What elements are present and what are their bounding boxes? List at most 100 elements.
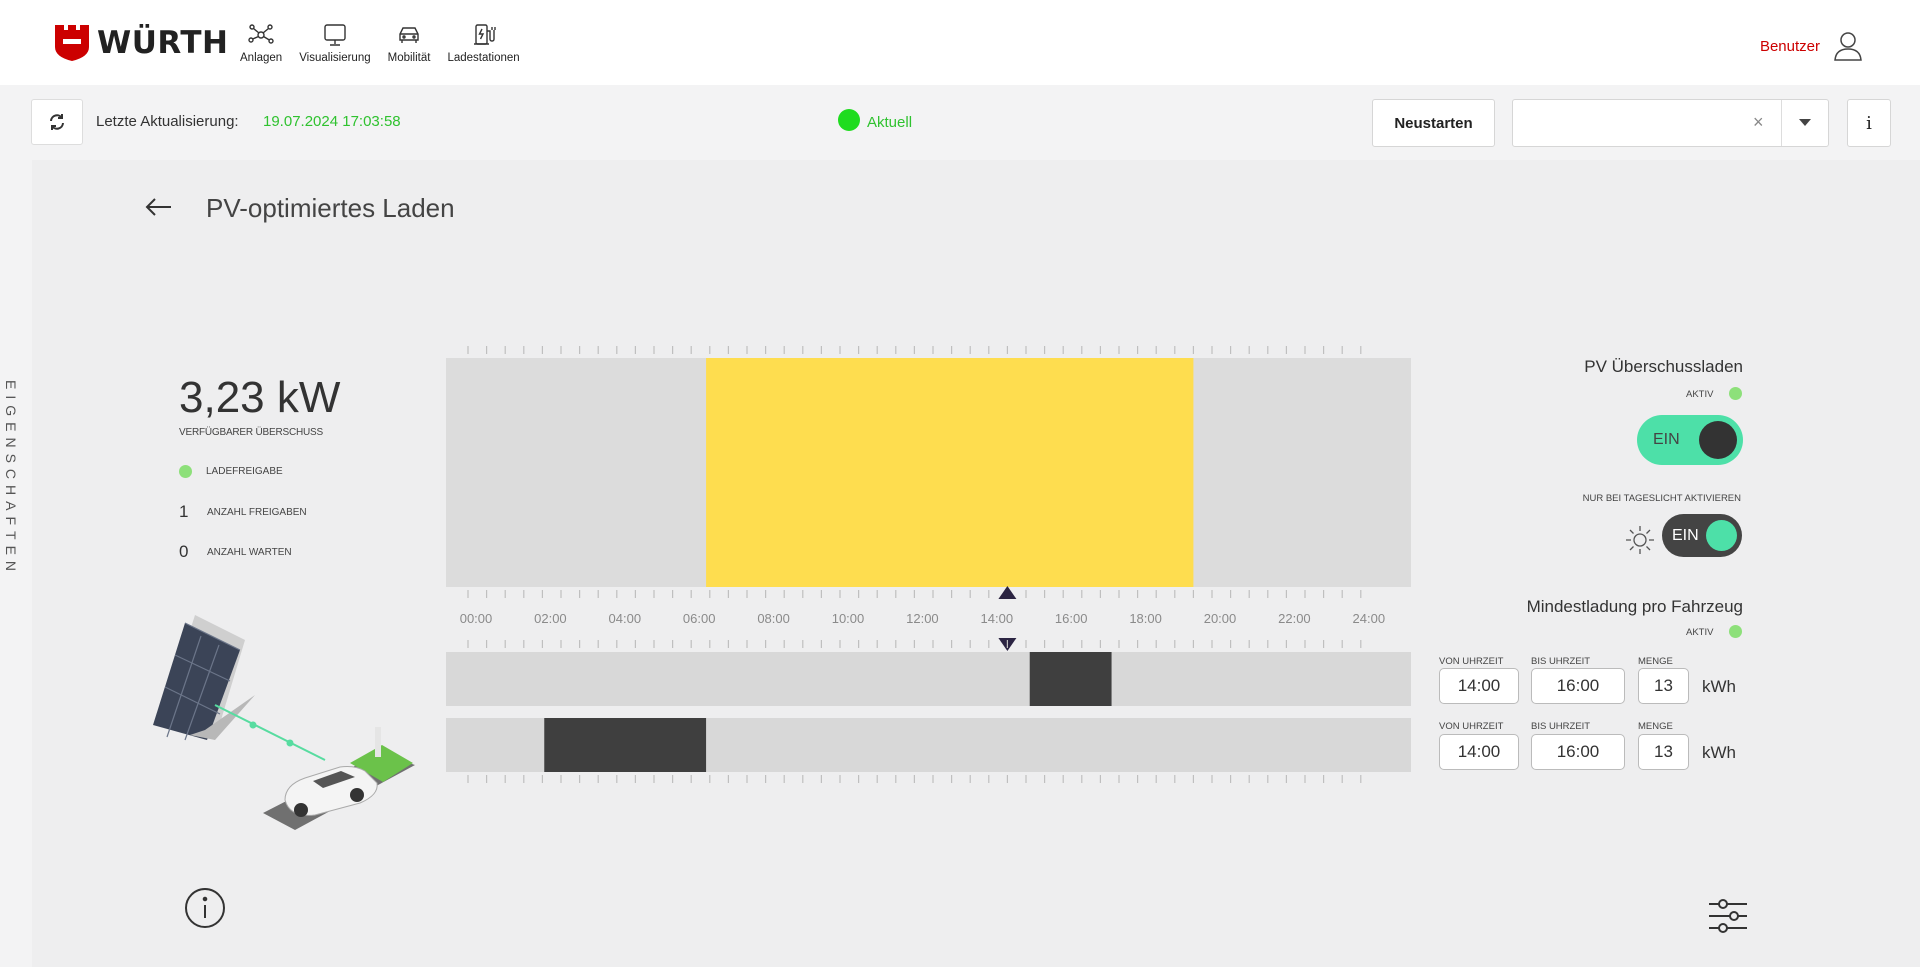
dropdown-toggle[interactable] <box>1782 100 1828 146</box>
menge-label: MENGE <box>1638 721 1673 732</box>
menge-input[interactable]: 13 <box>1638 734 1689 770</box>
vehicle-1-slot[interactable] <box>1029 652 1112 706</box>
hour-tick-label: 08:00 <box>757 611 790 626</box>
info-circle-icon <box>185 888 225 928</box>
toggle-label: EIN <box>1653 431 1680 448</box>
von-label: VON UHRZEIT <box>1439 721 1504 732</box>
releases-count: 1 <box>179 502 189 521</box>
waiting-count: 0 <box>179 542 189 561</box>
min-charge-title: Mindestladung pro Fahrzeug <box>1526 597 1743 616</box>
release-row: LADEFREIGABE <box>179 465 283 478</box>
properties-side-tab[interactable]: EIGENSCHAFTEN <box>0 380 30 590</box>
waiting-row: 0 ANZAHL WARTEN <box>179 542 292 562</box>
hour-tick-label: 14:00 <box>981 611 1014 626</box>
nav-label: Ladestationen <box>447 52 520 64</box>
pv-surplus-toggle[interactable]: EIN <box>1637 415 1743 465</box>
help-button[interactable] <box>184 887 226 934</box>
unit-label: kWh <box>1702 743 1736 762</box>
pv-surplus-title: PV Überschussladen <box>1584 357 1743 376</box>
hour-tick-label: 10:00 <box>832 611 865 626</box>
hour-tick-label: 12:00 <box>906 611 939 626</box>
nav-label: Visualisierung <box>299 52 371 64</box>
release-label: LADEFREIGABE <box>206 466 283 477</box>
toggle-knob <box>1706 520 1737 551</box>
pv-car-illustration <box>153 615 415 830</box>
vehicle-1-track <box>446 652 1411 706</box>
energy-flow-line <box>214 704 326 761</box>
nav-item-anlagen[interactable]: Anlagen <box>240 22 282 64</box>
wurth-logo[interactable]: WÜRTH <box>55 24 228 62</box>
top-header: WÜRTH Anlagen Visualisierung Mobilität L… <box>0 0 1920 85</box>
page-title: PV-optimiertes Laden <box>206 193 455 223</box>
settings-button[interactable] <box>1708 896 1748 941</box>
refresh-icon <box>50 114 64 130</box>
min-aktiv-label: AKTIV <box>1686 627 1714 638</box>
car-icon <box>399 27 419 43</box>
hour-tick-label: 16:00 <box>1055 611 1088 626</box>
nav-label: Mobilität <box>387 52 431 64</box>
pv-window-bar <box>706 358 1194 587</box>
menge-label: MENGE <box>1638 656 1673 667</box>
hour-tick-label: 18:00 <box>1129 611 1162 626</box>
hour-tick-label: 04:00 <box>609 611 642 626</box>
logo-text: WÜRTH <box>97 25 229 61</box>
daylight-label: NUR BEI TAGESLICHT AKTIVIEREN <box>1582 493 1741 504</box>
user-menu[interactable]: Benutzer <box>1760 30 1864 62</box>
last-update-value: 19.07.2024 17:03:58 <box>263 113 401 130</box>
clear-icon[interactable]: × <box>1753 112 1764 133</box>
release-status-dot <box>179 465 192 478</box>
hour-tick-label: 00:00 <box>460 611 493 626</box>
hour-tick-label: 24:00 <box>1353 611 1386 626</box>
menge-input[interactable]: 13 <box>1638 668 1689 704</box>
user-label: Benutzer <box>1759 37 1820 55</box>
status-dot <box>838 109 860 131</box>
status-label: Aktuell <box>867 113 913 131</box>
vehicle-2-slot[interactable] <box>544 718 707 772</box>
status-toolbar: Letzte Aktualisierung: 19.07.2024 17:03:… <box>0 85 1920 160</box>
hour-tick-label: 20:00 <box>1204 611 1237 626</box>
main-nav: Anlagen Visualisierung Mobilität Ladesta… <box>240 22 520 64</box>
current-time-marker-up <box>998 586 1017 599</box>
connection-status: Aktuell <box>838 109 912 131</box>
monitor-icon <box>324 24 346 46</box>
toggle-label: EIN <box>1672 527 1699 544</box>
daylight-toggle[interactable]: EIN <box>1662 514 1742 557</box>
nav-item-ladestationen[interactable]: Ladestationen <box>447 22 520 64</box>
min-aktiv-dot <box>1729 625 1742 638</box>
releases-label: ANZAHL FREIGABEN <box>207 506 307 518</box>
nav-item-visualisierung[interactable]: Visualisierung <box>299 22 371 64</box>
pv-aktiv-label: AKTIV <box>1686 389 1714 400</box>
wurth-logo-icon <box>55 25 89 61</box>
network-icon <box>248 24 274 44</box>
restart-button[interactable]: Neustarten <box>1372 99 1495 147</box>
hour-tick-label: 02:00 <box>534 611 567 626</box>
back-button[interactable] <box>144 192 174 227</box>
surplus-value: 3,23 kW <box>179 373 341 422</box>
refresh-button[interactable] <box>31 99 83 145</box>
sliders-icon <box>1709 899 1747 933</box>
device-select[interactable]: × <box>1512 99 1829 147</box>
hour-tick-label: 22:00 <box>1278 611 1311 626</box>
user-icon <box>1834 32 1862 61</box>
von-time-input[interactable]: 14:00 <box>1439 668 1519 704</box>
info-button[interactable]: i <box>1847 99 1891 147</box>
releases-row: 1 ANZAHL FREIGABEN <box>179 502 307 522</box>
surplus-label: VERFÜGBARER ÜBERSCHUSS <box>179 427 323 438</box>
hour-tick-label: 06:00 <box>683 611 716 626</box>
sun-icon <box>1626 526 1654 554</box>
von-time-input[interactable]: 14:00 <box>1439 734 1519 770</box>
von-label: VON UHRZEIT <box>1439 656 1504 667</box>
chevron-down-icon <box>1799 119 1811 126</box>
waiting-label: ANZAHL WARTEN <box>207 546 292 558</box>
toggle-knob <box>1699 421 1737 459</box>
bis-time-input[interactable]: 16:00 <box>1531 734 1625 770</box>
nav-item-mobilitaet[interactable]: Mobilität <box>387 22 431 64</box>
arrow-left-icon <box>145 198 171 216</box>
last-update-label: Letzte Aktualisierung: <box>96 113 239 130</box>
charging-station-icon <box>473 24 496 45</box>
bis-label: BIS UHRZEIT <box>1531 721 1591 732</box>
schedule-timeline: 00:00 02:00 04:00 06:00 08:00 10:00 12:00 14:00… <box>446 346 1411 783</box>
bis-time-input[interactable]: 16:00 <box>1531 668 1625 704</box>
pv-aktiv-dot <box>1729 387 1742 400</box>
unit-label: kWh <box>1702 677 1736 696</box>
